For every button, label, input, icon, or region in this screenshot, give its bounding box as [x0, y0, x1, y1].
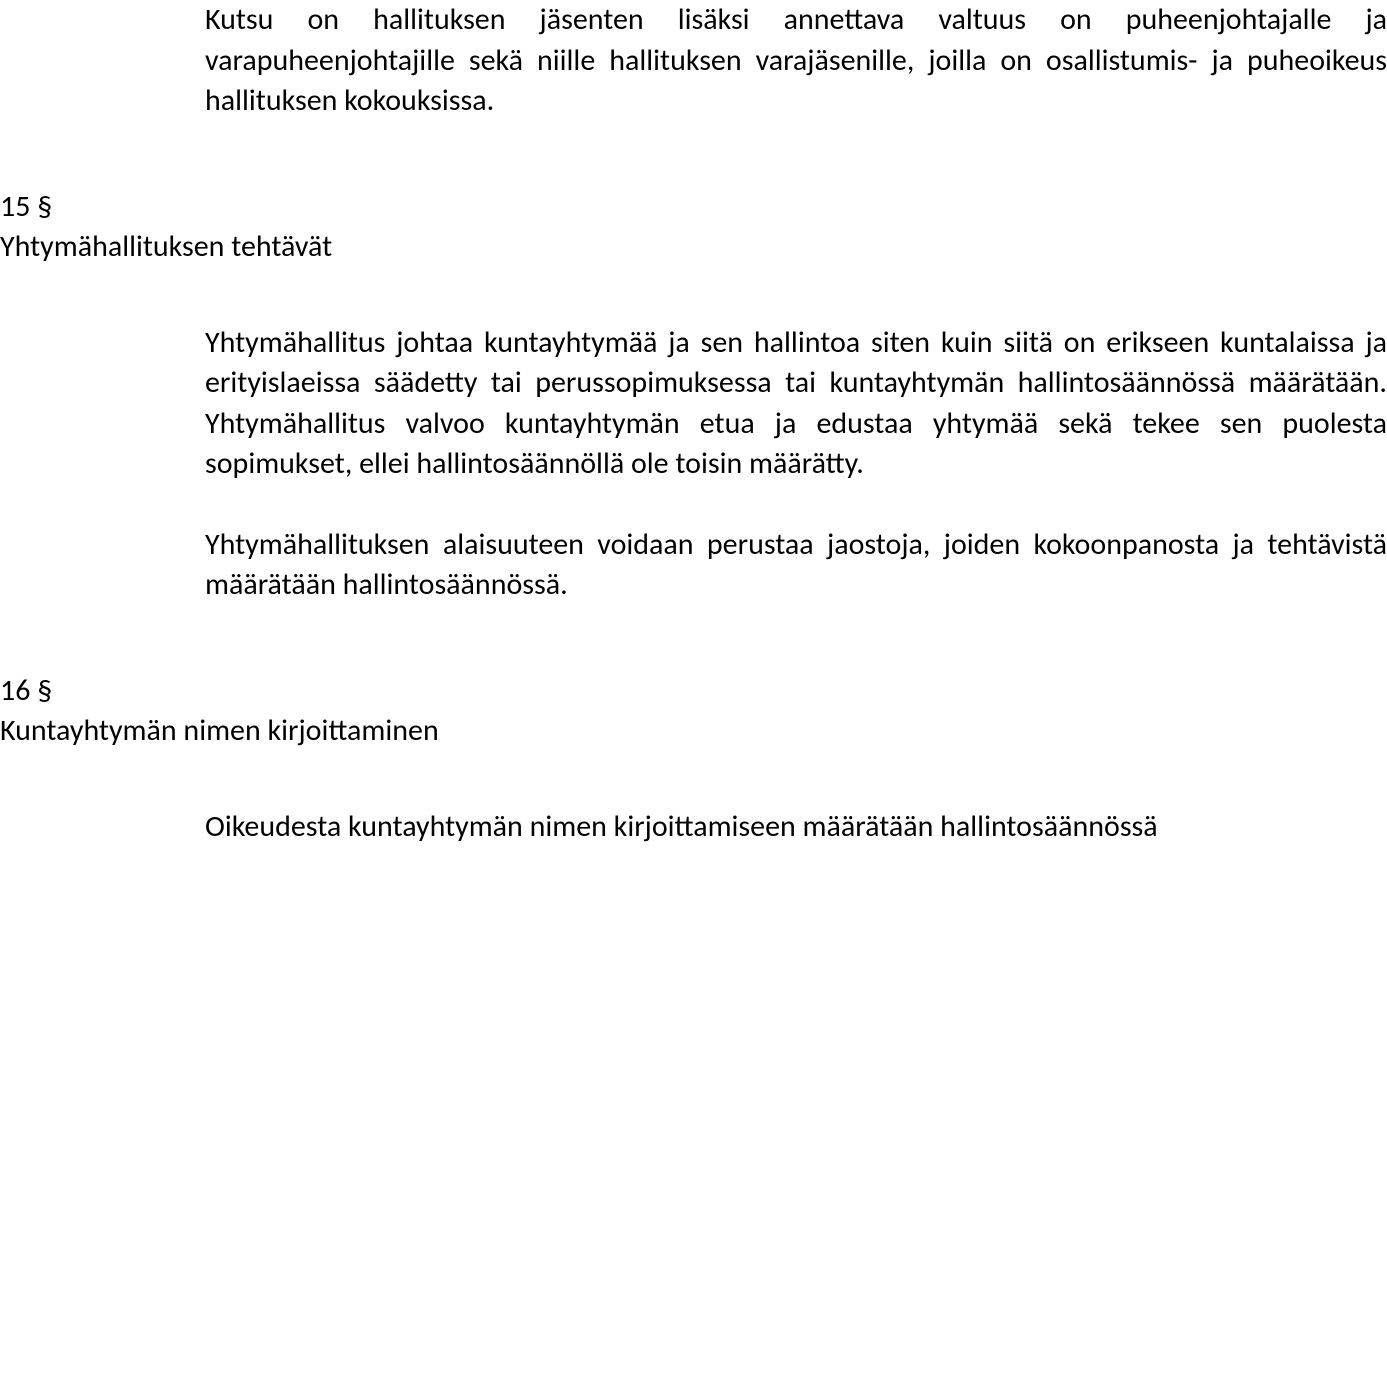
section16-title: Kuntayhtymän nimen kirjoittaminen [0, 711, 1387, 752]
section16-number: 16 § [0, 671, 1387, 712]
document-page: Kutsu on hallituksen jäsenten lisäksi an… [0, 0, 1387, 847]
section15-title: Yhtymähallituksen tehtävät [0, 227, 1387, 268]
section15-number: 15 § [0, 187, 1387, 228]
section15-paragraph1: Yhtymähallitus johtaa kuntayhtymää ja se… [205, 323, 1387, 485]
section14-paragraph1: Kutsu on hallituksen jäsenten lisäksi an… [205, 0, 1387, 122]
section15-paragraph2: Yhtymähallituksen alaisuuteen voidaan pe… [205, 525, 1387, 606]
section16-paragraph1: Oikeudesta kuntayhtymän nimen kirjoittam… [205, 807, 1387, 848]
